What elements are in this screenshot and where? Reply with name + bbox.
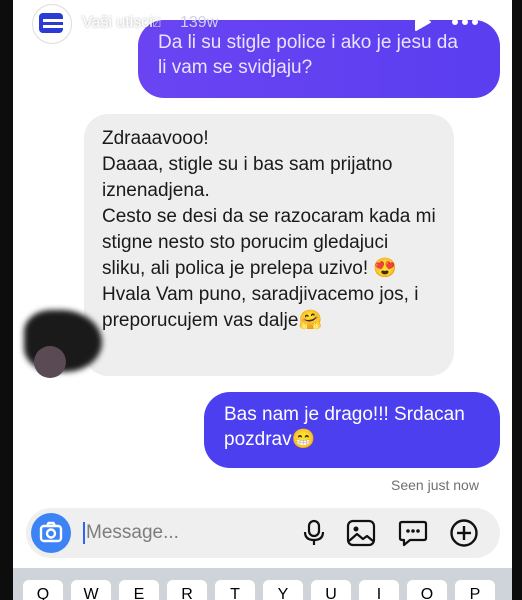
message-paragraph: Daaaa, stigle su i bas sam prijatno izne… xyxy=(102,154,393,201)
message-bubble-outgoing[interactable]: Bas nam je drago!!! Srdacan pozdrav😁 xyxy=(204,392,500,468)
message-line: pozdrav😁 xyxy=(224,429,316,450)
key-i[interactable]: I xyxy=(359,580,399,600)
message-bubble-incoming[interactable]: Zdraaavooo! Daaaa, stigle su i bas sam p… xyxy=(84,114,454,376)
message-paragraph: Zdraaavooo! xyxy=(102,128,209,149)
message-paragraph: Hvala Vam puno, saradjivacemo jos, i pre… xyxy=(102,284,419,331)
message-composer xyxy=(26,508,500,558)
grin-emoji: 😁 xyxy=(291,429,316,450)
keyboard: Q W E R T Y U I O P xyxy=(13,568,512,600)
story-timestamp: 139w xyxy=(180,14,219,31)
gallery-icon[interactable] xyxy=(346,519,376,547)
heart-eyes-emoji: 😍 xyxy=(373,258,398,279)
key-r[interactable]: R xyxy=(167,580,207,600)
device-frame-left xyxy=(0,0,13,600)
device-frame-right xyxy=(512,0,522,600)
message-line: li vam se svidjaju? xyxy=(158,57,313,78)
plus-icon[interactable] xyxy=(449,518,479,548)
text-cursor xyxy=(83,522,85,544)
key-o[interactable]: O xyxy=(407,580,447,600)
key-p[interactable]: P xyxy=(455,580,495,600)
hug-emoji: 🤗 xyxy=(298,310,323,331)
message-line: Bas nam je drago!!! Srdacan xyxy=(224,404,465,425)
story-title: Vaši utisci⍁ xyxy=(82,14,161,31)
microphone-icon[interactable] xyxy=(302,519,326,547)
key-e[interactable]: E xyxy=(119,580,159,600)
key-w[interactable]: W xyxy=(71,580,111,600)
seen-status: Seen just now xyxy=(391,477,479,493)
story-header: Vaši utisci⍁ 139w xyxy=(30,2,490,44)
key-y[interactable]: Y xyxy=(263,580,303,600)
message-input[interactable] xyxy=(86,508,286,558)
key-t[interactable]: T xyxy=(215,580,255,600)
key-u[interactable]: U xyxy=(311,580,351,600)
play-icon[interactable] xyxy=(412,12,432,32)
key-q[interactable]: Q xyxy=(23,580,63,600)
message-paragraph: Cesto se desi da se razocaram kada mi st… xyxy=(102,206,436,279)
camera-button[interactable] xyxy=(31,513,71,553)
camera-icon xyxy=(39,521,63,543)
sticker-icon[interactable] xyxy=(398,519,428,547)
sender-avatar xyxy=(34,346,66,378)
more-icon[interactable] xyxy=(450,12,480,32)
screen: Vaši utisci⍁ 139w Da li su stigle police… xyxy=(0,0,522,600)
avatar[interactable] xyxy=(32,4,72,44)
